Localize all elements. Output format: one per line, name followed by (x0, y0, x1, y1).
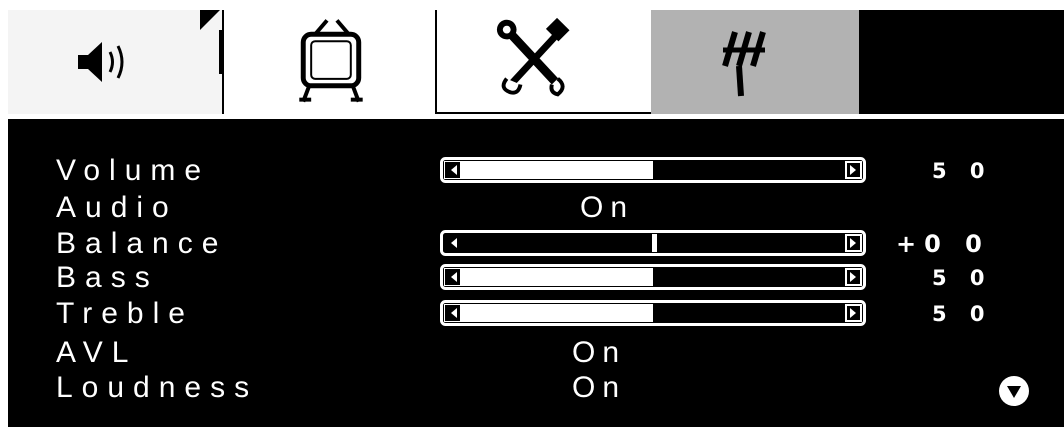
volume-slider[interactable] (440, 157, 866, 183)
balance-slider-track (440, 230, 866, 256)
audio-label: Audio (56, 191, 178, 224)
tab-setup[interactable] (435, 10, 651, 114)
menu-row-avl[interactable]: AVL On (8, 334, 1064, 372)
loudness-label: Loudness (56, 371, 259, 404)
speaker-icon (78, 42, 124, 82)
treble-value: 5 0 (932, 302, 993, 326)
treble-slider-track (440, 300, 866, 326)
scroll-down-button[interactable] (998, 375, 1030, 407)
treble-label: Treble (56, 297, 194, 330)
menu-tab-bar (8, 10, 1064, 114)
volume-value: 5 0 (932, 159, 993, 183)
menu-row-volume[interactable]: Volume 5 0 (8, 152, 1064, 190)
bass-slider[interactable] (440, 264, 866, 290)
tv-icon (299, 19, 363, 103)
tab-audio[interactable] (8, 10, 222, 114)
balance-slider[interactable] (440, 230, 866, 256)
volume-slider-track (440, 157, 866, 183)
tab-picture[interactable] (222, 10, 435, 114)
loudness-state[interactable]: On (572, 369, 626, 407)
audio-settings-panel: Volume 5 0 Audio On Balance +0 0 Bass 5 … (8, 119, 1064, 427)
channel-tune-icon (722, 31, 766, 97)
balance-label: Balance (56, 227, 228, 260)
tab-channel[interactable] (651, 10, 859, 114)
bass-label: Bass (56, 261, 159, 294)
menu-row-loudness[interactable]: Loudness On (8, 369, 1064, 407)
audio-state[interactable]: On (580, 189, 634, 227)
avl-state[interactable]: On (572, 334, 626, 372)
bass-slider-track (440, 264, 866, 290)
tools-icon (496, 17, 570, 97)
volume-label: Volume (56, 154, 211, 187)
menu-row-treble[interactable]: Treble 5 0 (8, 295, 1064, 333)
menu-row-bass[interactable]: Bass 5 0 (8, 259, 1064, 297)
tab-corner-mark (200, 10, 220, 30)
bass-value: 5 0 (932, 266, 993, 290)
scroll-down-icon (999, 376, 1029, 406)
treble-slider[interactable] (440, 300, 866, 326)
balance-value: +0 0 (896, 230, 990, 258)
avl-label: AVL (56, 336, 138, 369)
menu-row-audio[interactable]: Audio On (8, 189, 1064, 227)
tab-empty-slot (859, 10, 1064, 114)
menu-row-balance[interactable]: Balance +0 0 (8, 225, 1064, 263)
audio-osd-menu: Volume 5 0 Audio On Balance +0 0 Bass 5 … (0, 0, 1064, 427)
